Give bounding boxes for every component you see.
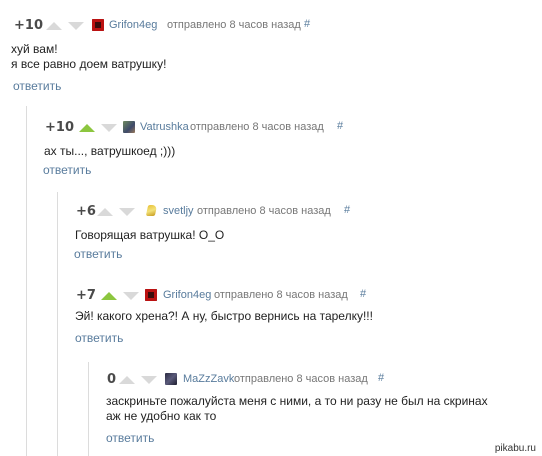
permalink[interactable]: # [304, 18, 310, 30]
rating-value: +10 [45, 120, 74, 135]
avatar[interactable] [92, 19, 104, 31]
thread-line [57, 192, 58, 456]
permalink[interactable]: # [344, 204, 350, 216]
avatar[interactable] [165, 373, 177, 385]
reply-link[interactable]: ответить [43, 163, 91, 177]
comment-timestamp: отправлено 8 часов назад [197, 205, 331, 217]
vote-up-icon[interactable] [101, 292, 117, 300]
vote-up-icon[interactable] [79, 124, 95, 132]
comment-timestamp: отправлено 8 часов назад [167, 19, 301, 31]
comment-line: Эй! какого хрена?! А ну, быстро вернись … [75, 309, 373, 323]
author-link[interactable]: Grifon4eg [109, 19, 157, 31]
comment-text: заскриньте пожалуйста меня с ними, а то … [106, 394, 488, 424]
thread-line [88, 362, 89, 456]
author-link[interactable]: svetljy [163, 205, 194, 217]
comment-timestamp: отправлено 8 часов назад [190, 121, 324, 133]
permalink[interactable]: # [337, 120, 343, 132]
comment-timestamp: отправлено 8 часов назад [214, 289, 348, 301]
vote-down-icon[interactable] [119, 208, 135, 216]
author-link[interactable]: MaZzZavk [183, 373, 234, 385]
permalink[interactable]: # [378, 372, 384, 384]
reply-link[interactable]: ответить [106, 431, 154, 445]
comment-line: я все равно доем ватрушку! [11, 57, 167, 71]
reply-link[interactable]: ответить [74, 247, 122, 261]
comment-line: ах ты..., ватрушкоед ;))) [44, 144, 176, 158]
rating-value: +6 [76, 204, 96, 219]
comment-text: ах ты..., ватрушкоед ;))) [44, 144, 175, 159]
vote-up-icon[interactable] [46, 22, 62, 30]
thread-line [26, 106, 27, 456]
comment-timestamp: отправлено 8 часов назад [234, 373, 368, 385]
vote-up-icon[interactable] [119, 376, 135, 384]
reply-link[interactable]: ответить [75, 331, 123, 345]
comment-line: заскриньте пожалуйста меня с ними, а то … [106, 394, 488, 408]
avatar[interactable] [145, 289, 157, 301]
vote-up-icon[interactable] [97, 208, 113, 216]
author-link[interactable]: Grifon4eg [163, 289, 211, 301]
rating-value: +7 [76, 288, 96, 303]
reply-link[interactable]: ответить [13, 79, 61, 93]
comment-line: аж не удобно как то [106, 409, 217, 423]
comment-line: хуй вам! [11, 42, 58, 56]
vote-down-icon[interactable] [141, 376, 157, 384]
vote-down-icon[interactable] [101, 124, 117, 132]
avatar[interactable] [123, 121, 135, 133]
site-watermark: pikabu.ru [494, 443, 536, 454]
vote-down-icon[interactable] [68, 22, 84, 30]
author-link[interactable]: Vatrushka [140, 121, 189, 133]
vote-down-icon[interactable] [123, 292, 139, 300]
comment-text: Эй! какого хрена?! А ну, быстро вернись … [75, 309, 373, 324]
rating-value: +10 [14, 18, 43, 33]
avatar[interactable] [146, 205, 158, 217]
comment-text: хуй вам! я все равно доем ватрушку! [11, 42, 166, 72]
comment-text: Говорящая ватрушка! О_О [75, 228, 224, 243]
rating-value: 0 [107, 372, 117, 387]
comment-line: Говорящая ватрушка! О_О [75, 228, 225, 242]
permalink[interactable]: # [360, 288, 366, 300]
